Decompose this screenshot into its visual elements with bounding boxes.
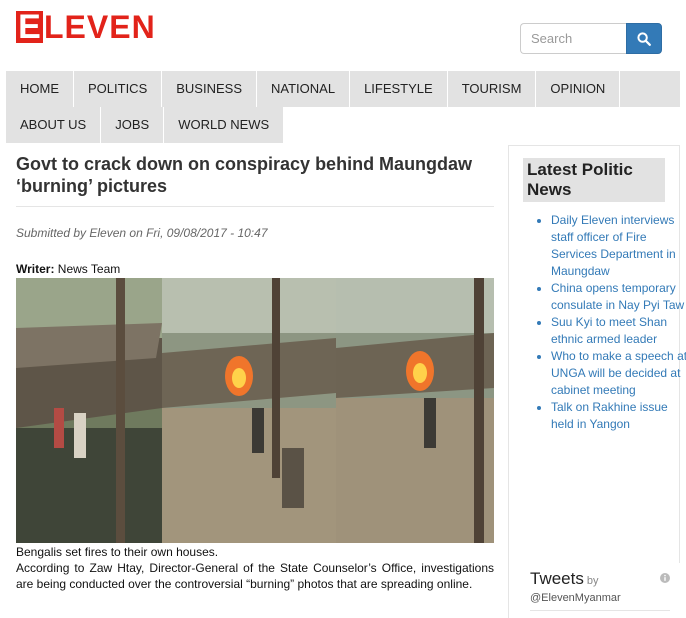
nav-item-lifestyle[interactable]: LIFESTYLE: [350, 71, 448, 107]
site-logo[interactable]: E LEVEN: [16, 10, 156, 44]
list-item: Talk on Rakhine issue held in Yangon: [551, 399, 686, 433]
list-item: Suu Kyi to meet Shan ethnic armed leader: [551, 314, 686, 348]
photo-panel-2: [162, 278, 336, 543]
nav-item-world-news[interactable]: WORLD NEWS: [164, 107, 285, 143]
photo-caption: Bengalis set fires to their own houses.: [16, 545, 219, 559]
main-nav: HOME POLITICS BUSINESS NATIONAL LIFESTYL…: [6, 71, 680, 143]
search-button[interactable]: [626, 23, 662, 54]
list-item: Who to make a speech at UNGA will be dec…: [551, 348, 686, 399]
sidebar: Latest Politic News Daily Eleven intervi…: [508, 145, 686, 618]
writer-label: Writer:: [16, 262, 55, 276]
nav-item-opinion[interactable]: OPINION: [536, 71, 621, 107]
nav-item-politics[interactable]: POLITICS: [74, 71, 163, 107]
article-body: According to Zaw Htay, Director-General …: [16, 561, 494, 591]
sidebar-title: Latest Politic News: [523, 158, 665, 202]
nav-item-home[interactable]: HOME: [6, 71, 74, 107]
tweets-title: Tweets: [530, 569, 584, 588]
title-divider: [16, 206, 494, 207]
tweets-divider: [530, 610, 670, 611]
list-item: China opens temporary consulate in Nay P…: [551, 280, 686, 314]
info-icon[interactable]: [660, 573, 670, 583]
nav-item-national[interactable]: NATIONAL: [257, 71, 351, 107]
article-title: Govt to crack down on conspiracy behind …: [16, 154, 473, 196]
logo-letter: E: [16, 10, 43, 44]
news-link[interactable]: Who to make a speech at UNGA will be dec…: [551, 349, 686, 397]
nav-row-1: HOME POLITICS BUSINESS NATIONAL LIFESTYL…: [6, 71, 680, 107]
submitted-line: Submitted by Eleven on Fri, 09/08/2017 -…: [16, 226, 268, 240]
photo-panel-3: [336, 278, 494, 543]
tweets-header: Tweets by: [530, 569, 598, 589]
twitter-handle-link[interactable]: @ElevenMyanmar: [530, 592, 621, 604]
tweets-by: by: [586, 575, 599, 587]
search-box: [520, 23, 662, 54]
writer-line: Writer: News Team: [16, 262, 494, 276]
article: Govt to crack down on conspiracy behind …: [16, 153, 494, 592]
latest-news-list: Daily Eleven interviews staff officer of…: [533, 212, 686, 433]
news-link[interactable]: Talk on Rakhine issue held in Yangon: [551, 400, 668, 431]
nav-item-jobs[interactable]: JOBS: [101, 107, 165, 143]
nav-row-2: ABOUT US JOBS WORLD NEWS: [6, 107, 289, 143]
writer-name: News Team: [54, 262, 121, 276]
list-item: Daily Eleven interviews staff officer of…: [551, 212, 686, 280]
logo-text: LEVEN: [44, 9, 156, 45]
news-link[interactable]: China opens temporary consulate in Nay P…: [551, 281, 684, 312]
tweets-widget: Tweets by @ElevenMyanmar: [516, 563, 680, 618]
search-icon: [637, 31, 651, 46]
article-photo: [16, 278, 494, 543]
nav-item-about-us[interactable]: ABOUT US: [6, 107, 102, 143]
nav-item-tourism[interactable]: TOURISM: [448, 71, 537, 107]
news-link[interactable]: Daily Eleven interviews staff officer of…: [551, 213, 676, 278]
search-input[interactable]: [520, 23, 626, 54]
nav-item-business[interactable]: BUSINESS: [162, 71, 257, 107]
news-link[interactable]: Suu Kyi to meet Shan ethnic armed leader: [551, 315, 667, 346]
nav-blank: [289, 107, 680, 143]
photo-panel-1: [16, 278, 162, 543]
